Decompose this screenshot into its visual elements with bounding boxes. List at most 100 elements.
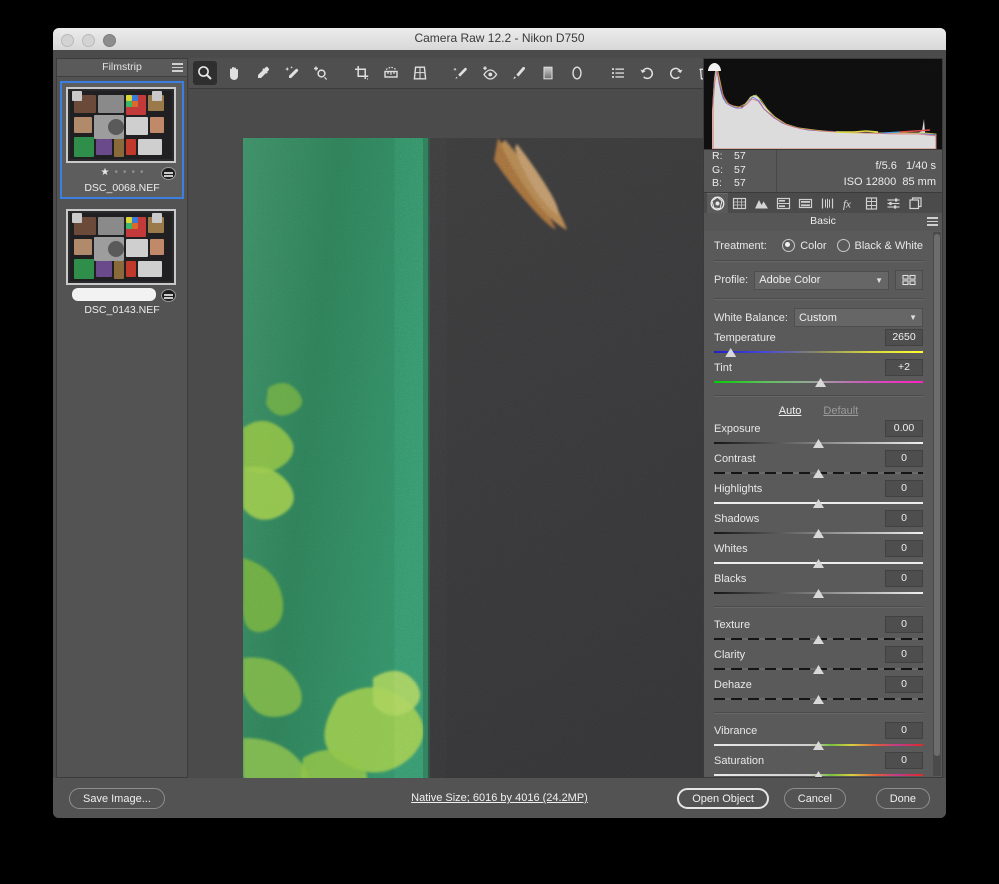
graduated-filter-icon[interactable] [536, 61, 560, 85]
slider-track-whites[interactable] [714, 558, 923, 568]
profile-select[interactable]: Adobe Color ▼ [754, 271, 889, 290]
white-balance-select[interactable]: Custom ▼ [794, 308, 923, 327]
done-button[interactable]: Done [876, 788, 930, 809]
tab-basic[interactable] [707, 193, 728, 213]
tab-split-toning[interactable] [795, 194, 816, 213]
slider-track-saturation[interactable] [714, 770, 923, 778]
chevron-down-icon: ▼ [909, 313, 917, 322]
treatment-bw-radio[interactable] [837, 239, 850, 252]
hand-tool-icon[interactable] [222, 61, 246, 85]
thumbnail-rename-field[interactable] [66, 288, 178, 301]
treatment-color-label[interactable]: Color [800, 240, 826, 252]
filmstrip-item-1[interactable]: DSC_0143.NEF [60, 203, 184, 321]
zoom-tool-icon[interactable] [193, 61, 217, 85]
camera-raw-window: Camera Raw 12.2 - Nikon D750 Filmstrip [53, 28, 946, 818]
slider-saturation: Saturation 0 [714, 752, 923, 769]
default-link[interactable]: Default [823, 405, 858, 417]
slider-track-blacks[interactable] [714, 588, 923, 598]
rotate-counterclockwise-icon[interactable] [635, 61, 659, 85]
thumbnail-image [66, 87, 176, 163]
slider-texture: Texture 0 [714, 616, 923, 633]
b-label: B: [712, 177, 734, 191]
slider-label: Vibrance [714, 725, 757, 737]
g-value: 57 [734, 164, 746, 178]
histogram[interactable] [703, 58, 943, 150]
tab-detail[interactable] [751, 194, 772, 213]
treatment-bw-label[interactable]: Black & White [855, 240, 923, 252]
open-object-button[interactable]: Open Object [677, 788, 769, 809]
slider-label: Texture [714, 619, 750, 631]
star-3[interactable]: • [123, 168, 127, 178]
auto-default-row: Auto Default [714, 405, 923, 417]
image-preview[interactable] [243, 138, 759, 798]
slider-value[interactable]: 0 [885, 676, 923, 693]
tab-tone-curve[interactable] [729, 194, 750, 213]
cancel-button[interactable]: Cancel [784, 788, 846, 809]
slider-value[interactable]: 0.00 [885, 420, 923, 437]
panel-scrollbar[interactable] [933, 232, 941, 776]
targeted-adjustment-icon[interactable] [309, 61, 333, 85]
profile-value: Adobe Color [759, 274, 820, 286]
preferences-icon[interactable] [606, 61, 630, 85]
tab-hsl[interactable] [773, 194, 794, 213]
star-5[interactable]: • [140, 168, 144, 178]
filmstrip-item-0[interactable]: ★ • • • • DSC_0068.NEF [60, 81, 184, 199]
slider-label: Temperature [714, 332, 776, 344]
slider-value[interactable]: 0 [885, 616, 923, 633]
red-eye-removal-icon[interactable] [478, 61, 502, 85]
radial-filter-icon[interactable] [565, 61, 589, 85]
adjustment-brush-icon[interactable] [507, 61, 531, 85]
star-4[interactable]: • [131, 168, 135, 178]
auto-link[interactable]: Auto [779, 405, 802, 417]
slider-track-clarity[interactable] [714, 664, 923, 674]
slider-label: Saturation [714, 755, 764, 767]
transform-tool-icon[interactable] [408, 61, 432, 85]
slider-track-texture[interactable] [714, 634, 923, 644]
slider-contrast: Contrast 0 [714, 450, 923, 467]
treatment-color-radio[interactable] [782, 239, 795, 252]
slider-value[interactable]: 0 [885, 480, 923, 497]
slider-value[interactable]: 2650 [885, 329, 923, 346]
panel-scrollbar-thumb[interactable] [934, 234, 940, 756]
star-1[interactable]: ★ [100, 168, 109, 178]
tab-presets[interactable] [883, 194, 904, 213]
slider-track-highlights[interactable] [714, 498, 923, 508]
slider-track-contrast[interactable] [714, 468, 923, 478]
slider-track-dehaze[interactable] [714, 694, 923, 704]
slider-value[interactable]: 0 [885, 752, 923, 769]
slider-value[interactable]: 0 [885, 722, 923, 739]
slider-value[interactable]: 0 [885, 510, 923, 527]
b-value: 57 [734, 177, 746, 191]
slider-track-vibrance[interactable] [714, 740, 923, 750]
straighten-tool-icon[interactable] [379, 61, 403, 85]
tab-snapshots[interactable] [905, 194, 926, 213]
tab-effects[interactable]: fx [839, 194, 860, 213]
exif-focal: 85 mm [902, 174, 936, 190]
filmstrip-menu-icon[interactable] [172, 63, 183, 72]
white-balance-eyedropper-icon[interactable] [251, 61, 275, 85]
highlight-clipping-icon[interactable] [923, 61, 940, 74]
slider-value[interactable]: 0 [885, 450, 923, 467]
slider-track-exposure[interactable] [714, 438, 923, 448]
slider-label: Clarity [714, 649, 745, 661]
slider-track-temperature[interactable] [714, 347, 923, 357]
shadow-clipping-icon[interactable] [706, 61, 723, 74]
star-2[interactable]: • [114, 168, 118, 178]
slider-value[interactable]: 0 [885, 540, 923, 557]
thumbnail-rating[interactable]: ★ • • • • [66, 166, 178, 179]
slider-value[interactable]: +2 [885, 359, 923, 376]
rotate-clockwise-icon[interactable] [664, 61, 688, 85]
color-sampler-icon[interactable] [280, 61, 304, 85]
profile-grid-icon[interactable] [895, 270, 923, 290]
slider-track-shadows[interactable] [714, 528, 923, 538]
slider-track-tint[interactable] [714, 377, 923, 387]
spot-removal-icon[interactable] [449, 61, 473, 85]
slider-value[interactable]: 0 [885, 570, 923, 587]
edited-badge-icon [161, 289, 176, 302]
slider-value[interactable]: 0 [885, 646, 923, 663]
crop-tool-icon[interactable] [350, 61, 374, 85]
tab-calibration[interactable] [861, 194, 882, 213]
panel-menu-icon[interactable] [927, 217, 938, 226]
basic-panel: Treatment: Color Black & White Profile: … [703, 231, 943, 778]
tab-lens-corrections[interactable] [817, 194, 838, 213]
